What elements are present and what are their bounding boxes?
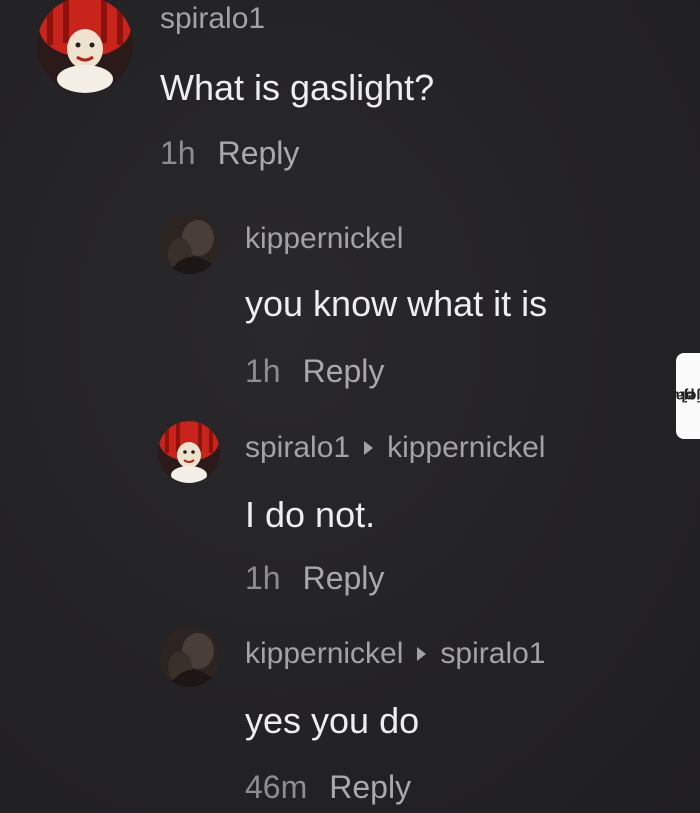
clown-avatar-icon[interactable] xyxy=(37,0,133,93)
comment-text: I do not. xyxy=(245,494,376,535)
comment-text: yes you do xyxy=(245,700,420,741)
reply-to-name[interactable]: kippernickel xyxy=(387,431,545,464)
comment-thread: spiralo1 What is gaslight? 1h Reply kippe… xyxy=(0,0,700,813)
reply-button[interactable]: Reply xyxy=(218,135,300,171)
comment-username[interactable]: spiralo1 xyxy=(160,4,265,34)
comment-timestamp: 1h xyxy=(245,560,281,596)
comment-timestamp: 1h xyxy=(245,353,281,389)
watermark-badge: jeja. pl xyxy=(675,353,700,439)
author-name[interactable]: spiralo1 xyxy=(245,431,350,464)
comment-timestamp: 1h xyxy=(160,135,196,171)
dark-photo-avatar-icon[interactable] xyxy=(160,214,220,274)
comment-text: you know what it is xyxy=(245,283,548,324)
reply-button[interactable]: Reply xyxy=(329,769,411,805)
reply-arrow-icon xyxy=(364,440,374,455)
reply-button[interactable]: Reply xyxy=(303,353,385,389)
comment-username[interactable]: kippernickel spiralo1 xyxy=(245,639,545,669)
author-name[interactable]: kippernickel xyxy=(245,637,403,670)
reply-arrow-icon xyxy=(417,646,427,661)
comment-meta: 46m Reply xyxy=(245,771,411,803)
comment-meta: 1h Reply xyxy=(160,137,299,169)
reply-to-name[interactable]: spiralo1 xyxy=(440,637,545,670)
clown-avatar-icon[interactable] xyxy=(158,421,220,483)
comment-meta: 1h Reply xyxy=(245,562,384,594)
comment-text: What is gaslight? xyxy=(160,67,435,108)
reply-button[interactable]: Reply xyxy=(303,560,385,596)
comment-meta: 1h Reply xyxy=(245,355,384,387)
comment-username[interactable]: kippernickel xyxy=(245,224,403,254)
comment-username[interactable]: spiralo1 kippernickel xyxy=(245,433,545,463)
dark-photo-avatar-icon[interactable] xyxy=(160,627,220,687)
comment-timestamp: 46m xyxy=(245,769,308,805)
